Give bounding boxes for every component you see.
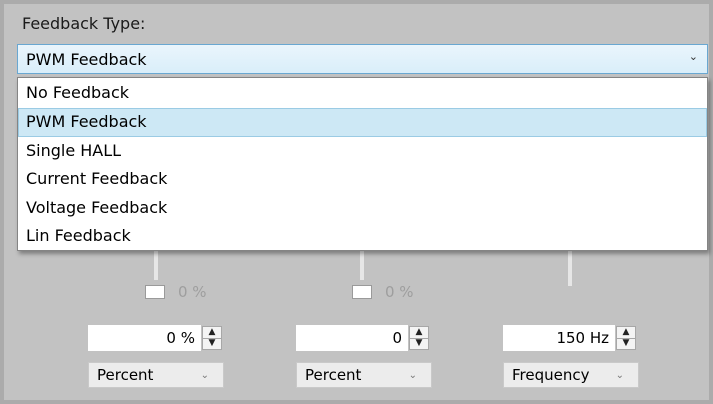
channel-2-mode-select[interactable]: Percent ⌄: [296, 362, 432, 388]
channel-3-input[interactable]: 150 Hz: [503, 325, 615, 351]
dropdown-option-pwm-feedback[interactable]: PWM Feedback: [18, 108, 707, 137]
channel-1-mode-value: Percent: [97, 366, 154, 384]
dropdown-option-voltage-feedback[interactable]: Voltage Feedback: [18, 194, 707, 223]
triangle-down-icon[interactable]: ▼: [410, 338, 428, 349]
channel-3-mode-select[interactable]: Frequency ⌄: [503, 362, 639, 388]
triangle-down-icon[interactable]: ▼: [617, 338, 635, 349]
triangle-down-icon[interactable]: ▼: [203, 338, 221, 349]
dropdown-option-lin-feedback[interactable]: Lin Feedback: [18, 222, 707, 251]
channel-1-indicator-value: 0 %: [178, 283, 207, 301]
channel-2-spinner[interactable]: ▲ ▼: [409, 326, 429, 350]
dropdown-option-current-feedback[interactable]: Current Feedback: [18, 165, 707, 194]
chevron-down-icon[interactable]: ⌄: [689, 50, 698, 63]
channel-2-slider-track[interactable]: [360, 250, 364, 280]
channel-1-mode-select[interactable]: Percent ⌄: [88, 362, 224, 388]
channel-1-spinner[interactable]: ▲ ▼: [202, 326, 222, 350]
dropdown-option-no-feedback[interactable]: No Feedback: [18, 79, 707, 108]
channel-3-slider-track[interactable]: [568, 250, 572, 286]
chevron-down-icon: ⌄: [408, 370, 417, 381]
channel-2-indicator-value: 0 %: [385, 283, 414, 301]
channel-2-input[interactable]: 0: [296, 325, 408, 351]
channel-3-mode-value: Frequency: [512, 366, 590, 384]
channel-1-indicator-box: [145, 285, 165, 299]
channel-2-mode-value: Percent: [305, 366, 362, 384]
channel-3-spinner[interactable]: ▲ ▼: [616, 326, 636, 350]
channel-1-slider-track[interactable]: [154, 250, 158, 280]
feedback-type-label: Feedback Type:: [22, 14, 146, 33]
channel-2-indicator-box: [352, 285, 372, 299]
feedback-type-combobox[interactable]: PWM Feedback ⌄: [17, 44, 708, 74]
feedback-type-dropdown-list: No Feedback PWM Feedback Single HALL Cur…: [17, 77, 708, 251]
channel-1-input[interactable]: 0 %: [88, 325, 201, 351]
chevron-down-icon: ⌄: [200, 370, 209, 381]
dropdown-option-single-hall[interactable]: Single HALL: [18, 137, 707, 166]
chevron-down-icon: ⌄: [615, 370, 624, 381]
feedback-type-selected: PWM Feedback: [26, 50, 147, 69]
